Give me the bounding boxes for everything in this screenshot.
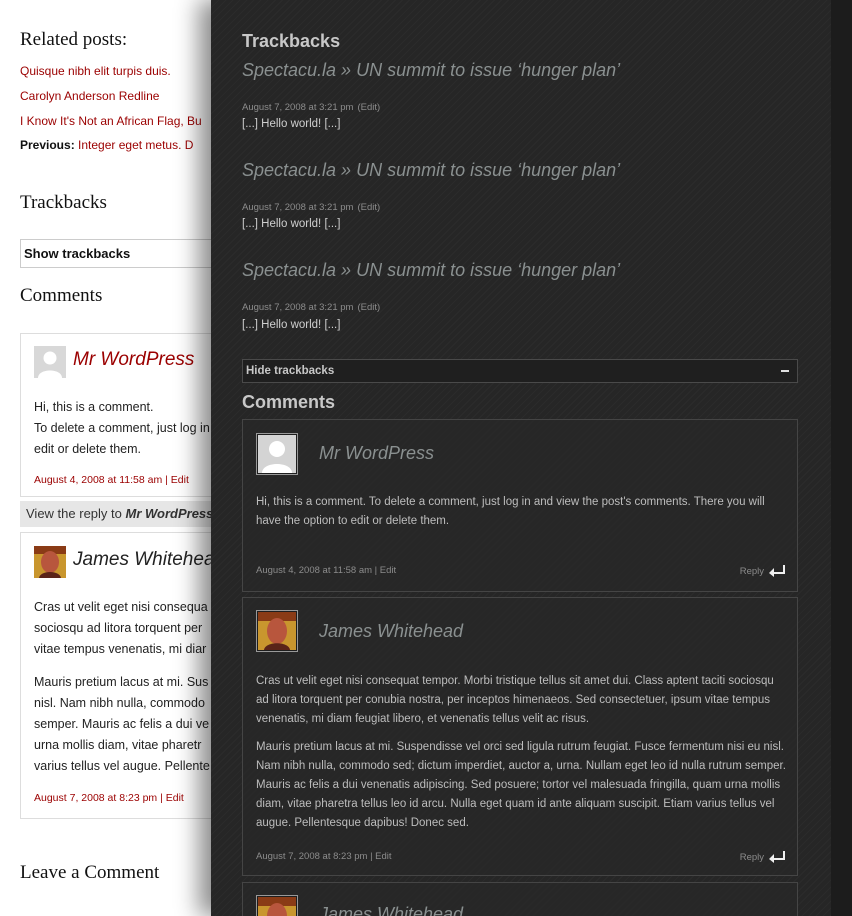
previous-label: Previous: bbox=[20, 138, 75, 152]
comment-author[interactable]: Mr WordPress bbox=[319, 443, 434, 464]
comment-meta[interactable]: August 4, 2008 at 11:58 am | Edit bbox=[256, 565, 396, 576]
leave-comment-heading: Leave a Comment bbox=[20, 862, 160, 883]
comment-meta[interactable]: August 7, 2008 at 8:23 pm | Edit bbox=[256, 851, 392, 862]
related-post-link[interactable]: Carolyn Anderson Redline bbox=[20, 89, 159, 103]
comment-body: Hi, this is a comment. To delete a comme… bbox=[256, 493, 786, 531]
trackback-edit-link[interactable]: (Edit) bbox=[357, 302, 380, 313]
related-posts-heading: Related posts: bbox=[20, 29, 128, 50]
reply-label: Reply bbox=[739, 851, 764, 863]
trackback-edit-link[interactable]: (Edit) bbox=[357, 202, 380, 213]
trackbacks-heading: Trackbacks bbox=[20, 192, 107, 213]
trackback-date: August 7, 2008 at 3:21 pm bbox=[242, 202, 354, 213]
trackback-title-link[interactable]: Spectacu.la » UN summit to issue ‘hunger… bbox=[242, 60, 620, 81]
trackback-edit-link[interactable]: (Edit) bbox=[357, 102, 380, 113]
comment-author[interactable]: James Whitehead bbox=[319, 904, 463, 916]
trackback-title-link[interactable]: Spectacu.la » UN summit to issue ‘hunger… bbox=[242, 260, 620, 281]
comment-author[interactable]: Mr WordPress bbox=[73, 349, 194, 371]
trackback-excerpt: [...] Hello world! [...] bbox=[242, 218, 341, 230]
user-photo-avatar-icon bbox=[256, 610, 298, 652]
comment-author[interactable]: James Whitehead bbox=[319, 621, 463, 642]
user-photo-avatar-icon bbox=[256, 895, 298, 916]
previous-post-link[interactable]: Integer eget metus. D bbox=[78, 138, 193, 152]
reply-arrow-icon bbox=[769, 565, 785, 577]
dark-theme-preview: Trackbacks Spectacu.la » UN summit to is… bbox=[211, 0, 852, 916]
trackback-meta: August 7, 2008 at 3:21 pm (Edit) bbox=[242, 202, 380, 213]
previous-post: Previous: Integer eget metus. D bbox=[20, 138, 193, 152]
trackback-meta: August 7, 2008 at 3:21 pm (Edit) bbox=[242, 102, 380, 113]
comments-heading: Comments bbox=[20, 285, 103, 306]
reply-label: Reply bbox=[739, 565, 764, 577]
trackback-excerpt: [...] Hello world! [...] bbox=[242, 118, 341, 130]
trackback-date: August 7, 2008 at 3:21 pm bbox=[242, 302, 354, 313]
comment: James Whitehead Cras ut velit eget nisi … bbox=[242, 597, 798, 876]
trackback-date: August 7, 2008 at 3:21 pm bbox=[242, 102, 354, 113]
panel-edge bbox=[831, 0, 852, 916]
comment-body: Cras ut velit eget nisi consequat tempor… bbox=[256, 672, 786, 833]
comments-heading: Comments bbox=[242, 392, 336, 412]
comment-paragraph: Cras ut velit eget nisi consequat tempor… bbox=[256, 675, 774, 725]
comment: James Whitehead bbox=[242, 882, 798, 916]
comment: Mr WordPress Hi, this is a comment. To d… bbox=[242, 419, 798, 592]
view-reply-text: View the reply to bbox=[26, 506, 126, 521]
trackback-meta: August 7, 2008 at 3:21 pm (Edit) bbox=[242, 302, 380, 313]
reply-button[interactable]: Reply bbox=[740, 565, 785, 577]
user-photo-avatar-icon bbox=[34, 546, 66, 578]
comment-meta[interactable]: August 7, 2008 at 8:23 pm | Edit bbox=[34, 792, 184, 804]
reply-arrow-icon bbox=[769, 851, 785, 863]
trackbacks-heading: Trackbacks bbox=[242, 31, 341, 51]
default-avatar-icon bbox=[256, 433, 298, 475]
comment-paragraph: Hi, this is a comment. To delete a comme… bbox=[256, 496, 765, 527]
hide-trackbacks-toggle[interactable]: Hide trackbacks bbox=[242, 359, 798, 383]
comment-paragraph: Mauris pretium lacus at mi. Suspendisse … bbox=[256, 741, 786, 829]
default-avatar-icon bbox=[34, 346, 66, 378]
comment-author[interactable]: James Whitehead bbox=[73, 549, 225, 571]
hide-trackbacks-label: Hide trackbacks bbox=[246, 365, 335, 377]
related-post-link[interactable]: Quisque nibh elit turpis duis. bbox=[20, 64, 171, 78]
related-post-link[interactable]: I Know It's Not an African Flag, Bu bbox=[20, 114, 202, 128]
reply-button[interactable]: Reply bbox=[740, 851, 785, 863]
trackback-excerpt: [...] Hello world! [...] bbox=[242, 319, 341, 331]
comment-meta[interactable]: August 4, 2008 at 11:58 am | Edit bbox=[34, 474, 189, 486]
view-reply-author: Mr WordPress bbox=[125, 506, 214, 521]
trackback-title-link[interactable]: Spectacu.la » UN summit to issue ‘hunger… bbox=[242, 160, 620, 181]
collapse-minus-icon[interactable] bbox=[781, 370, 789, 372]
